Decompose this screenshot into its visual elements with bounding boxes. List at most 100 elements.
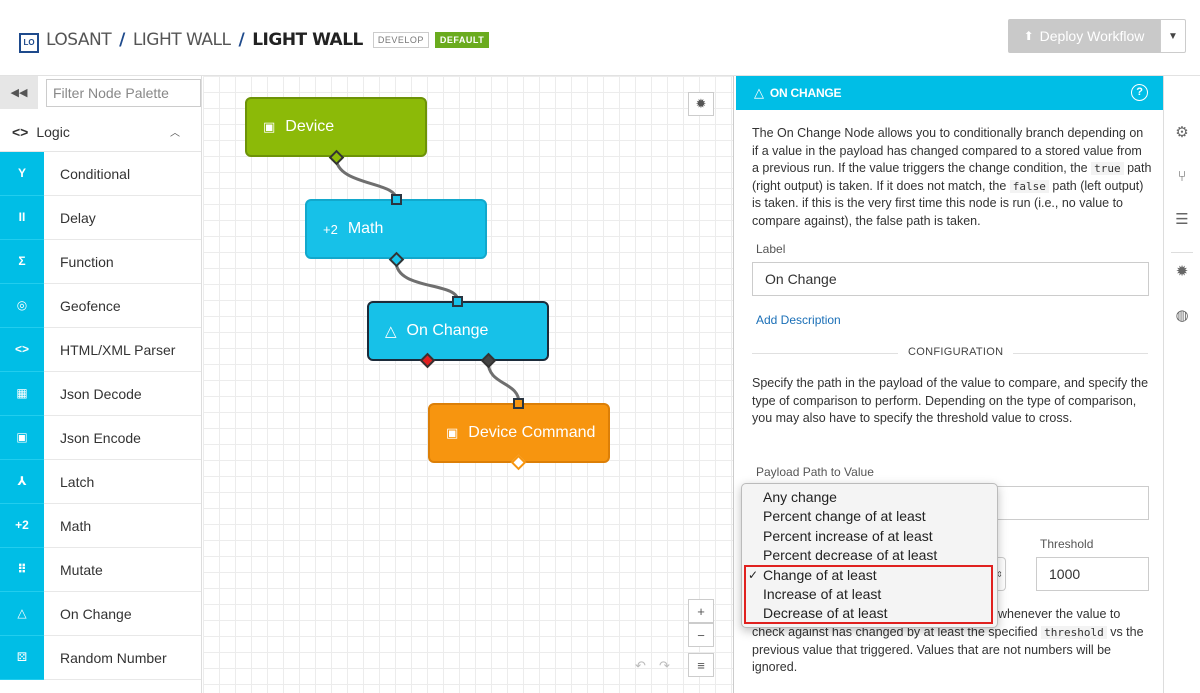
palette-node-mutate[interactable]: ⠿ Mutate bbox=[0, 547, 201, 592]
breadcrumb: LOSANT / LIGHT WALL / LIGHT WALL DEVELOP… bbox=[46, 30, 490, 50]
code-icon: <> bbox=[0, 327, 44, 372]
wire-math-onchange bbox=[394, 260, 460, 302]
bug-icon[interactable]: ✹ bbox=[1173, 263, 1191, 281]
threshold-label: Threshold bbox=[1040, 537, 1094, 551]
code-threshold: threshold bbox=[1041, 626, 1107, 639]
input-port[interactable] bbox=[513, 398, 524, 409]
palette-node-function[interactable]: Σ Function bbox=[0, 239, 201, 284]
node-description: The On Change Node allows you to conditi… bbox=[752, 125, 1152, 230]
math-icon: +2 bbox=[0, 503, 44, 548]
palette-node-json-encode[interactable]: ▣ Json Encode bbox=[0, 415, 201, 460]
input-port[interactable] bbox=[391, 194, 402, 205]
losant-logo[interactable]: LO bbox=[19, 33, 39, 53]
help-text: ignored. bbox=[752, 660, 798, 674]
palette-category-logic[interactable]: <> Logic ︿ bbox=[0, 112, 201, 152]
app-header: LO LOSANT / LIGHT WALL / LIGHT WALL DEVE… bbox=[0, 0, 1200, 76]
option-percent-decrease[interactable]: Percent decrease of at least bbox=[742, 546, 997, 565]
breadcrumb-separator: / bbox=[238, 30, 245, 50]
label-input[interactable]: On Change bbox=[752, 262, 1149, 296]
node-device[interactable]: ▣ Device bbox=[245, 97, 427, 157]
palette-node-delay[interactable]: II Delay bbox=[0, 195, 201, 240]
undo-icon[interactable]: ↶ bbox=[635, 658, 646, 674]
code-true: true bbox=[1091, 162, 1124, 175]
input-port[interactable] bbox=[452, 296, 463, 307]
comparison-help-text-rest: check against has changed by at least th… bbox=[752, 624, 1152, 677]
palette-node-html-xml-parser[interactable]: <> HTML/XML Parser bbox=[0, 327, 201, 372]
zoom-out-button[interactable]: − bbox=[688, 623, 714, 647]
bug-icon: ✹ bbox=[695, 96, 707, 111]
palette-node-conditional[interactable]: Y Conditional bbox=[0, 151, 201, 196]
zoom-in-button[interactable]: + bbox=[688, 599, 714, 623]
node-math[interactable]: +2 Math bbox=[305, 199, 487, 259]
palette-node-label: Geofence bbox=[60, 297, 121, 314]
palette-node-on-change[interactable]: △ On Change bbox=[0, 591, 201, 636]
canvas-debug-button[interactable]: ✹ bbox=[688, 92, 714, 116]
configuration-description: Specify the path in the payload of the v… bbox=[752, 376, 1149, 425]
toolbar-divider bbox=[1171, 252, 1193, 253]
gear-icon[interactable]: ⚙ bbox=[1173, 124, 1191, 142]
palette-node-latch[interactable]: ⅄ Latch bbox=[0, 459, 201, 504]
description-text: The On Change Node allows you to conditi… bbox=[752, 126, 1144, 175]
help-text: previous value that triggered. Values th… bbox=[752, 642, 1111, 657]
label-input-value: On Change bbox=[765, 271, 837, 287]
minus-icon: − bbox=[697, 627, 705, 643]
palette-node-list: Y Conditional II Delay Σ Function ◎ Geof… bbox=[0, 151, 201, 680]
breadcrumb-org[interactable]: LOSANT bbox=[46, 30, 112, 50]
target-icon: ◎ bbox=[0, 283, 44, 328]
option-label: Percent change of at least bbox=[763, 508, 926, 525]
node-palette: ◀◀ <> Logic ︿ Y Conditional II Delay Σ F… bbox=[0, 76, 202, 693]
node-label: On Change bbox=[406, 322, 489, 339]
canvas-menu-button[interactable]: ≡ bbox=[688, 653, 714, 677]
collapse-palette-button[interactable]: ◀◀ bbox=[0, 76, 38, 109]
palette-node-label: Function bbox=[60, 253, 114, 270]
breadcrumb-workflow: LIGHT WALL bbox=[252, 30, 363, 50]
node-device-command[interactable]: ▣ Device Command bbox=[428, 403, 610, 463]
palette-node-label: Delay bbox=[60, 209, 96, 226]
sigma-icon: Σ bbox=[0, 239, 44, 284]
annotation-highlight-box bbox=[744, 565, 993, 624]
palette-node-label: Conditional bbox=[60, 165, 131, 182]
redo-icon[interactable]: ↷ bbox=[659, 658, 670, 674]
configuration-heading: CONFIGURATION bbox=[898, 346, 1014, 358]
breadcrumb-separator: / bbox=[119, 30, 125, 50]
node-on-change[interactable]: △ On Change bbox=[367, 301, 549, 361]
palette-node-json-decode[interactable]: ▦ Json Decode bbox=[0, 371, 201, 416]
database-icon[interactable]: ☰ bbox=[1173, 211, 1191, 229]
version-tag-develop[interactable]: DEVELOP bbox=[372, 32, 429, 48]
menu-icon: ≡ bbox=[697, 657, 705, 673]
palette-node-label: HTML/XML Parser bbox=[60, 341, 176, 358]
option-percent-increase[interactable]: Percent increase of at least bbox=[742, 527, 997, 546]
label-field-label: Label bbox=[756, 242, 786, 256]
chevron-up-icon: ︿ bbox=[170, 128, 180, 139]
palette-node-label: Mutate bbox=[60, 561, 103, 578]
palette-node-random-number[interactable]: ⚄ Random Number bbox=[0, 635, 201, 680]
add-description-link[interactable]: Add Description bbox=[756, 313, 841, 327]
palette-node-label: Random Number bbox=[60, 649, 167, 666]
triangle-icon: △ bbox=[754, 85, 764, 100]
branch-icon[interactable]: ⑂ bbox=[1173, 168, 1191, 186]
filter-node-palette-input[interactable] bbox=[46, 79, 201, 107]
code-icon: <> bbox=[12, 123, 29, 140]
json-decode-icon: ▦ bbox=[0, 371, 44, 416]
globe-icon[interactable]: ◍ bbox=[1173, 307, 1191, 325]
threshold-input[interactable]: 1000 bbox=[1036, 557, 1149, 591]
breadcrumb-application[interactable]: LIGHT WALL bbox=[133, 30, 231, 50]
palette-node-geofence[interactable]: ◎ Geofence bbox=[0, 283, 201, 328]
workflow-canvas[interactable]: ✹ ▣ Device +2 Math △ On Change ▣ Device … bbox=[203, 76, 734, 693]
mutate-icon: ⠿ bbox=[0, 547, 44, 592]
help-icon[interactable]: ? bbox=[1131, 84, 1148, 101]
plus-icon: + bbox=[697, 603, 705, 619]
option-percent-change[interactable]: Percent change of at least bbox=[742, 507, 997, 526]
triangle-icon: △ bbox=[0, 591, 44, 636]
deploy-options-button[interactable]: ▼ bbox=[1160, 19, 1186, 53]
dice-icon: ⚄ bbox=[0, 635, 44, 680]
palette-node-math[interactable]: +2 Math bbox=[0, 503, 201, 548]
version-tag-default: DEFAULT bbox=[434, 32, 490, 48]
deploy-label: Deploy Workflow bbox=[1039, 28, 1145, 44]
option-any-change[interactable]: Any change bbox=[742, 488, 997, 507]
threshold-value: 1000 bbox=[1049, 566, 1081, 582]
deploy-workflow-button[interactable]: ⬆ Deploy Workflow bbox=[1008, 19, 1160, 53]
panel-title: ON CHANGE bbox=[769, 86, 842, 100]
node-label: Device Command bbox=[468, 424, 596, 441]
palette-node-label: Json Encode bbox=[60, 429, 141, 446]
